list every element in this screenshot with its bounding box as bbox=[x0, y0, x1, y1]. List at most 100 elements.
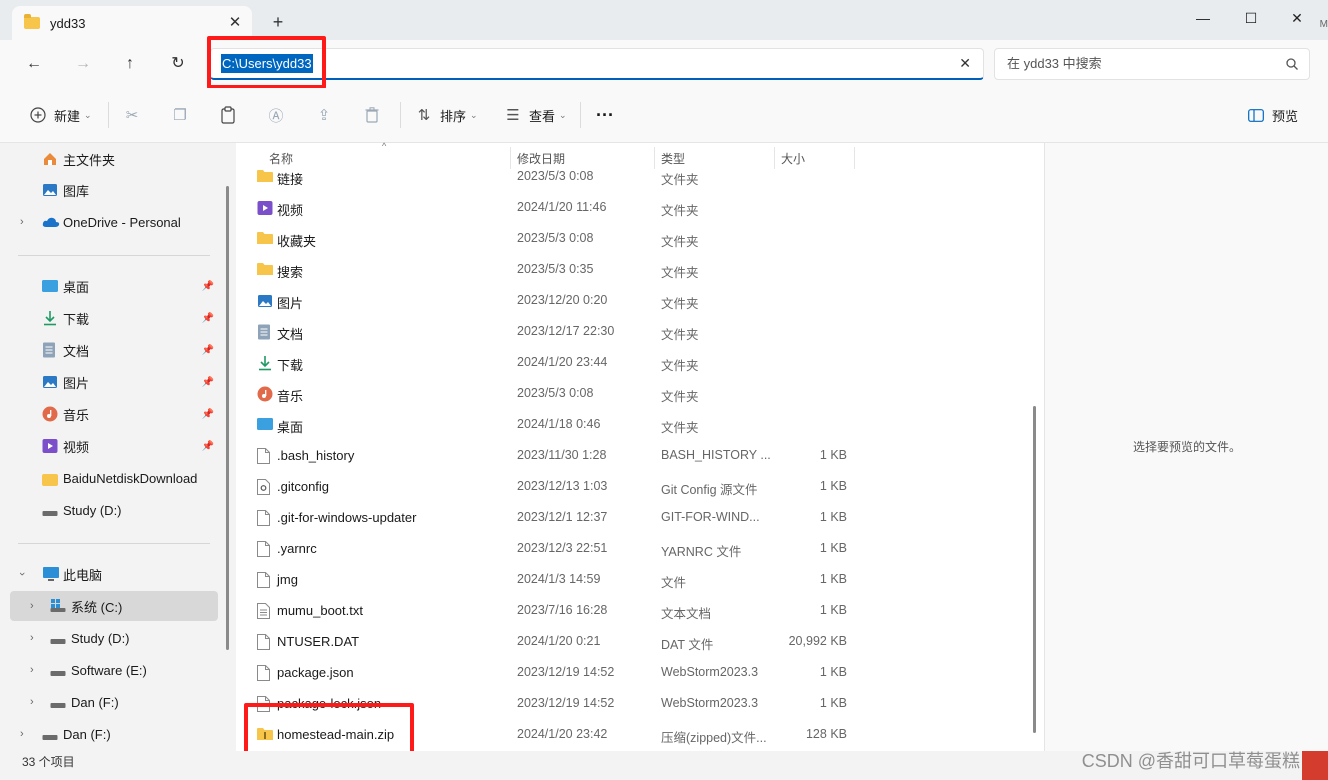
pin-icon[interactable]: 📌 bbox=[202, 345, 214, 356]
music-icon bbox=[257, 386, 273, 402]
search-input[interactable] bbox=[1007, 56, 1267, 71]
file-row[interactable]: .bash_history 2023/11/30 1:28 BASH_HISTORY… bbox=[254, 441, 1014, 472]
sidebar-item-label: 音乐 bbox=[63, 407, 90, 423]
pin-icon[interactable]: 📌 bbox=[202, 281, 214, 292]
file-row[interactable]: 收藏夹 2023/5/3 0:08 文件夹 bbox=[254, 224, 1014, 255]
file-type: GIT-FOR-WIND... bbox=[661, 510, 760, 524]
sidebar-item-label: BaiduNetdiskDownload bbox=[63, 470, 198, 486]
new-button[interactable]: 新建 ⌄ bbox=[28, 104, 92, 126]
pin-icon[interactable]: 📌 bbox=[202, 441, 214, 452]
chevron-right-icon[interactable]: › bbox=[20, 216, 24, 228]
sidebar-item-music[interactable]: 音乐 📌 bbox=[10, 399, 218, 429]
copy-icon: ❐ bbox=[173, 107, 187, 124]
drive-icon bbox=[50, 698, 66, 714]
copy-button[interactable]: ❐ bbox=[170, 104, 190, 126]
file-row[interactable]: 视频 2024/1/20 11:46 文件夹 bbox=[254, 193, 1014, 224]
sidebar-item-study-d-pc[interactable]: › Study (D:) bbox=[10, 623, 218, 653]
chevron-right-icon[interactable]: › bbox=[20, 728, 24, 740]
sidebar-item-this-pc[interactable]: › 此电脑 bbox=[10, 559, 218, 589]
gallery-icon bbox=[42, 182, 58, 198]
sidebar-item-label: Study (D:) bbox=[63, 502, 122, 518]
up-button[interactable]: ↑ bbox=[118, 52, 142, 76]
pin-icon[interactable]: 📌 bbox=[202, 313, 214, 324]
file-icon bbox=[257, 572, 273, 588]
minimize-button[interactable]: — bbox=[1180, 6, 1226, 30]
file-type: 文件夹 bbox=[661, 297, 699, 311]
file-row[interactable]: .git-for-windows-updater 2023/12/1 12:37 G… bbox=[254, 503, 1014, 534]
sidebar-item-dan-f-pc[interactable]: › Dan (F:) bbox=[10, 687, 218, 717]
chevron-down-icon[interactable]: › bbox=[16, 572, 28, 576]
address-bar[interactable]: C:\Users\ydd33 ✕ bbox=[210, 48, 984, 80]
sidebar-scrollbar[interactable] bbox=[226, 186, 229, 650]
toolbar-divider bbox=[580, 102, 581, 128]
search-box[interactable] bbox=[994, 48, 1310, 80]
sidebar-item-desktop[interactable]: 桌面 📌 bbox=[10, 271, 218, 301]
chevron-right-icon[interactable]: › bbox=[30, 664, 34, 676]
sidebar-item-software-e[interactable]: › Software (E:) bbox=[10, 655, 218, 685]
delete-button[interactable] bbox=[362, 104, 382, 126]
sort-icon: ⇅ bbox=[417, 107, 431, 124]
more-options-button[interactable]: ··· bbox=[596, 104, 614, 126]
sidebar-divider bbox=[18, 255, 210, 256]
sidebar-item-downloads[interactable]: 下载 📌 bbox=[10, 303, 218, 333]
sidebar-item-gallery[interactable]: 图库 bbox=[10, 175, 218, 205]
file-row[interactable]: .yarnrc 2023/12/3 22:51 YARNRC 文件 1 KB bbox=[254, 534, 1014, 565]
back-button[interactable]: ← bbox=[22, 52, 46, 76]
paste-button[interactable] bbox=[218, 104, 238, 126]
address-clear-icon[interactable]: ✕ bbox=[959, 55, 971, 72]
file-row[interactable]: .gitconfig 2023/12/13 1:03 Git Config 源文件 1… bbox=[254, 472, 1014, 503]
sidebar-item-onedrive[interactable]: › OneDrive - Personal bbox=[10, 207, 218, 237]
windows-drive-icon bbox=[50, 599, 66, 615]
view-button[interactable]: ☰ 查看 ⌄ bbox=[503, 104, 566, 126]
file-list-scrollbar[interactable] bbox=[1033, 406, 1036, 733]
file-type: 文件 bbox=[661, 576, 687, 590]
rename-button[interactable]: Ⓐ bbox=[266, 104, 286, 126]
file-size: 128 KB bbox=[805, 727, 847, 741]
preview-button[interactable]: 预览 bbox=[1246, 104, 1298, 126]
sidebar-item-system-c[interactable]: › 系统 (C:) bbox=[10, 591, 218, 621]
pin-icon[interactable]: 📌 bbox=[202, 377, 214, 388]
cut-button[interactable]: ✂ bbox=[122, 104, 142, 126]
file-row[interactable]: 链接 2023/5/3 0:08 文件夹 bbox=[254, 162, 1014, 193]
sidebar-item-study-d[interactable]: Study (D:) bbox=[10, 495, 218, 525]
tab-close-icon[interactable]: ✕ bbox=[226, 14, 244, 32]
chevron-right-icon[interactable]: › bbox=[30, 632, 34, 644]
share-button[interactable]: ⇪ bbox=[314, 104, 334, 126]
pin-icon[interactable]: 📌 bbox=[202, 409, 214, 420]
sidebar-item-videos[interactable]: 视频 📌 bbox=[10, 431, 218, 461]
file-row[interactable]: 桌面 2024/1/18 0:46 文件夹 bbox=[254, 410, 1014, 441]
file-row[interactable]: jmg 2024/1/3 14:59 文件 1 KB bbox=[254, 565, 1014, 596]
file-size: 1 KB bbox=[819, 696, 847, 710]
file-modified-date: 2024/1/3 14:59 bbox=[517, 572, 601, 586]
chevron-right-icon[interactable]: › bbox=[30, 600, 34, 612]
sidebar-item-home[interactable]: 主文件夹 bbox=[10, 144, 218, 174]
sidebar-item-dan-f[interactable]: › Dan (F:) bbox=[10, 719, 218, 749]
file-row[interactable]: 下载 2024/1/20 23:44 文件夹 bbox=[254, 348, 1014, 379]
close-window-button[interactable]: ✕ bbox=[1274, 6, 1320, 30]
sidebar-item-pictures[interactable]: 图片 📌 bbox=[10, 367, 218, 397]
chevron-right-icon[interactable]: › bbox=[30, 696, 34, 708]
forward-button[interactable]: → bbox=[71, 52, 95, 76]
file-name: NTUSER.DAT bbox=[277, 634, 360, 649]
trash-icon bbox=[362, 105, 382, 125]
sidebar-item-label: Dan (F:) bbox=[63, 726, 111, 742]
file-row[interactable]: 搜索 2023/5/3 0:35 文件夹 bbox=[254, 255, 1014, 286]
file-row[interactable]: NTUSER.DAT 2024/1/20 0:21 DAT 文件 20,992 KB bbox=[254, 627, 1014, 658]
search-icon[interactable] bbox=[1285, 57, 1299, 71]
maximize-button[interactable]: ☐ bbox=[1228, 6, 1274, 30]
file-row[interactable]: 文档 2023/12/17 22:30 文件夹 bbox=[254, 317, 1014, 348]
drive-icon bbox=[42, 506, 58, 522]
sidebar-item-documents[interactable]: 文档 📌 bbox=[10, 335, 218, 365]
sidebar-item-baidunetdisk[interactable]: BaiduNetdiskDownload bbox=[10, 463, 218, 493]
file-row[interactable]: package.json 2023/12/19 14:52 WebStorm2023… bbox=[254, 658, 1014, 689]
file-row[interactable]: 音乐 2023/5/3 0:08 文件夹 bbox=[254, 379, 1014, 410]
tab-ydd33[interactable]: ydd33 ✕ bbox=[12, 6, 252, 40]
refresh-button[interactable]: ↻ bbox=[166, 52, 190, 76]
new-tab-button[interactable]: + bbox=[268, 12, 288, 32]
sort-button[interactable]: ⇅ 排序 ⌄ bbox=[414, 104, 478, 126]
clipboard-icon bbox=[218, 105, 238, 125]
file-row[interactable]: mumu_boot.txt 2023/7/16 16:28 文本文档 1 KB bbox=[254, 596, 1014, 627]
file-name: 图片 bbox=[277, 296, 304, 311]
file-row[interactable]: 图片 2023/12/20 0:20 文件夹 bbox=[254, 286, 1014, 317]
file-name: .bash_history bbox=[277, 448, 355, 463]
